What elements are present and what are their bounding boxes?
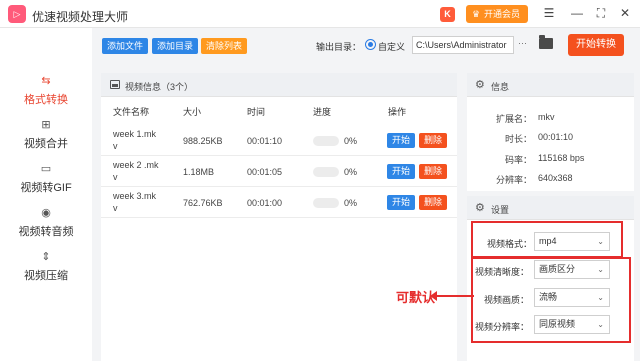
settings-title: 设置 xyxy=(491,205,510,215)
sidebar-item-video-audio[interactable]: ◉ 视频转音频 xyxy=(0,206,92,246)
path-more-icon[interactable]: ··· xyxy=(518,38,527,48)
gear-icon: ⚙ xyxy=(475,79,485,91)
progress-percent: 0% xyxy=(344,198,358,208)
table-row[interactable]: week 3.mk v 762.76KB 00:01:00 0% 开始 删除 xyxy=(101,187,457,218)
compress-icon: ⇕ xyxy=(41,251,51,263)
sidebar-item-video-gif[interactable]: ▭ 视频转GIF xyxy=(0,162,92,202)
file-list-header: 视频信息（3个） xyxy=(101,73,457,97)
sidebar-item-video-compress[interactable]: ⇕ 视频压缩 xyxy=(0,250,92,290)
progress-percent: 0% xyxy=(344,167,358,177)
clear-list-button[interactable]: 清除列表 xyxy=(201,38,247,54)
file-time: 00:01:10 xyxy=(247,136,283,146)
close-icon[interactable]: ✕ xyxy=(618,6,632,20)
info-title: 信息 xyxy=(491,82,510,92)
col-header-time: 时间 xyxy=(247,107,266,117)
file-name-line1: week 3.mk xyxy=(113,191,157,201)
sidebar-item-label: 视频转GIF xyxy=(20,182,72,194)
file-time: 00:01:05 xyxy=(247,167,283,177)
info-duration-key: 时长： xyxy=(504,134,532,144)
sidebar-item-label: 视频压缩 xyxy=(24,270,68,282)
file-name-line2: v xyxy=(113,141,118,151)
annotation-arrow-head xyxy=(430,291,437,301)
sidebar-item-format-convert[interactable]: ⇆ 格式转换 xyxy=(0,74,92,114)
file-list-title: 视频信息（3个） xyxy=(125,82,194,92)
col-header-action: 操作 xyxy=(388,107,407,117)
row-delete-button[interactable]: 删除 xyxy=(419,133,447,148)
start-convert-button[interactable]: 开始转换 xyxy=(568,34,624,56)
row-delete-button[interactable]: 删除 xyxy=(419,195,447,210)
file-size: 762.76KB xyxy=(183,198,223,208)
file-name: week 3.mk v xyxy=(113,190,173,214)
row-start-button[interactable]: 开始 xyxy=(387,164,415,179)
settings-header: ⚙ 设置 xyxy=(467,196,634,220)
file-size: 1.18MB xyxy=(183,167,215,177)
custom-radio[interactable] xyxy=(365,39,376,50)
output-path-input[interactable]: C:\Users\Administrator xyxy=(412,36,514,54)
file-name: week 1.mk v xyxy=(113,128,173,152)
add-file-button[interactable]: 添加文件 xyxy=(102,38,148,54)
file-size: 988.25KB xyxy=(183,136,223,146)
highlight-box-format xyxy=(471,221,623,258)
app-logo-icon: ▷ xyxy=(8,5,26,23)
col-header-size: 大小 xyxy=(183,107,202,117)
gear-icon: ⚙ xyxy=(475,202,485,214)
info-ext-value: mkv xyxy=(538,112,555,122)
progress-bar xyxy=(313,167,339,177)
row-delete-button[interactable]: 删除 xyxy=(419,164,447,179)
progress-bar xyxy=(313,198,339,208)
gif-icon: ▭ xyxy=(40,163,52,175)
annotation-arrow xyxy=(434,295,474,297)
highlight-box-defaults xyxy=(471,257,631,343)
minimize-icon[interactable]: — xyxy=(570,6,584,20)
format-convert-icon: ⇆ xyxy=(41,75,51,87)
vip-label: 开通会员 xyxy=(484,9,521,19)
image-icon xyxy=(110,80,120,89)
custom-radio-label: 自定义 xyxy=(378,42,406,52)
file-name-line2: v xyxy=(113,172,118,182)
audio-icon: ◉ xyxy=(41,207,51,219)
maximize-icon[interactable]: ⛶ xyxy=(594,6,608,20)
file-time: 00:01:00 xyxy=(247,198,283,208)
folder-icon[interactable] xyxy=(539,35,553,49)
app-title: 优速视频处理大师 xyxy=(32,10,129,24)
add-dir-button[interactable]: 添加目录 xyxy=(152,38,198,54)
info-resolution-value: 640x368 xyxy=(538,173,573,183)
crown-icon: ♛ xyxy=(472,9,481,19)
sidebar-item-label: 视频合并 xyxy=(24,138,68,150)
file-name: week 2 .mk v xyxy=(113,159,173,183)
output-dir-label: 输出目录： xyxy=(316,42,362,52)
row-start-button[interactable]: 开始 xyxy=(387,133,415,148)
menu-icon[interactable]: ☰ xyxy=(542,6,556,20)
row-start-button[interactable]: 开始 xyxy=(387,195,415,210)
info-header: ⚙ 信息 xyxy=(467,73,634,97)
info-resolution-key: 分辨率： xyxy=(495,175,532,185)
file-name-line2: v xyxy=(113,203,118,213)
vip-button[interactable]: ♛ 开通会员 xyxy=(466,5,528,23)
progress-bar xyxy=(313,136,339,146)
info-ext-key: 扩展名： xyxy=(495,114,532,124)
file-name-line1: week 1.mk xyxy=(113,129,157,139)
progress-percent: 0% xyxy=(344,136,358,146)
info-bitrate-value: 115168 bps xyxy=(538,153,585,163)
col-header-progress: 进度 xyxy=(313,107,332,117)
sidebar-item-label: 格式转换 xyxy=(24,94,68,106)
file-name-line1: week 2 .mk xyxy=(113,160,159,170)
video-merge-icon: ⊞ xyxy=(41,119,51,131)
info-duration-value: 00:01:10 xyxy=(538,132,574,142)
info-bitrate-key: 码率： xyxy=(504,155,532,165)
sidebar: ⇆ 格式转换 ⊞ 视频合并 ▭ 视频转GIF ◉ 视频转音频 ⇕ 视频压缩 xyxy=(0,28,92,361)
table-row[interactable]: week 2 .mk v 1.18MB 00:01:05 0% 开始 删除 xyxy=(101,156,457,187)
col-header-name: 文件名称 xyxy=(113,107,150,117)
k-badge-icon[interactable]: K xyxy=(440,7,455,22)
title-bar: ▷ 优速视频处理大师 K ♛ 开通会员 ☰ — ⛶ ✕ xyxy=(0,0,640,28)
sidebar-item-label: 视频转音频 xyxy=(18,226,74,238)
sidebar-item-video-merge[interactable]: ⊞ 视频合并 xyxy=(0,118,92,158)
table-row[interactable]: week 1.mk v 988.25KB 00:01:10 0% 开始 删除 xyxy=(101,125,457,156)
